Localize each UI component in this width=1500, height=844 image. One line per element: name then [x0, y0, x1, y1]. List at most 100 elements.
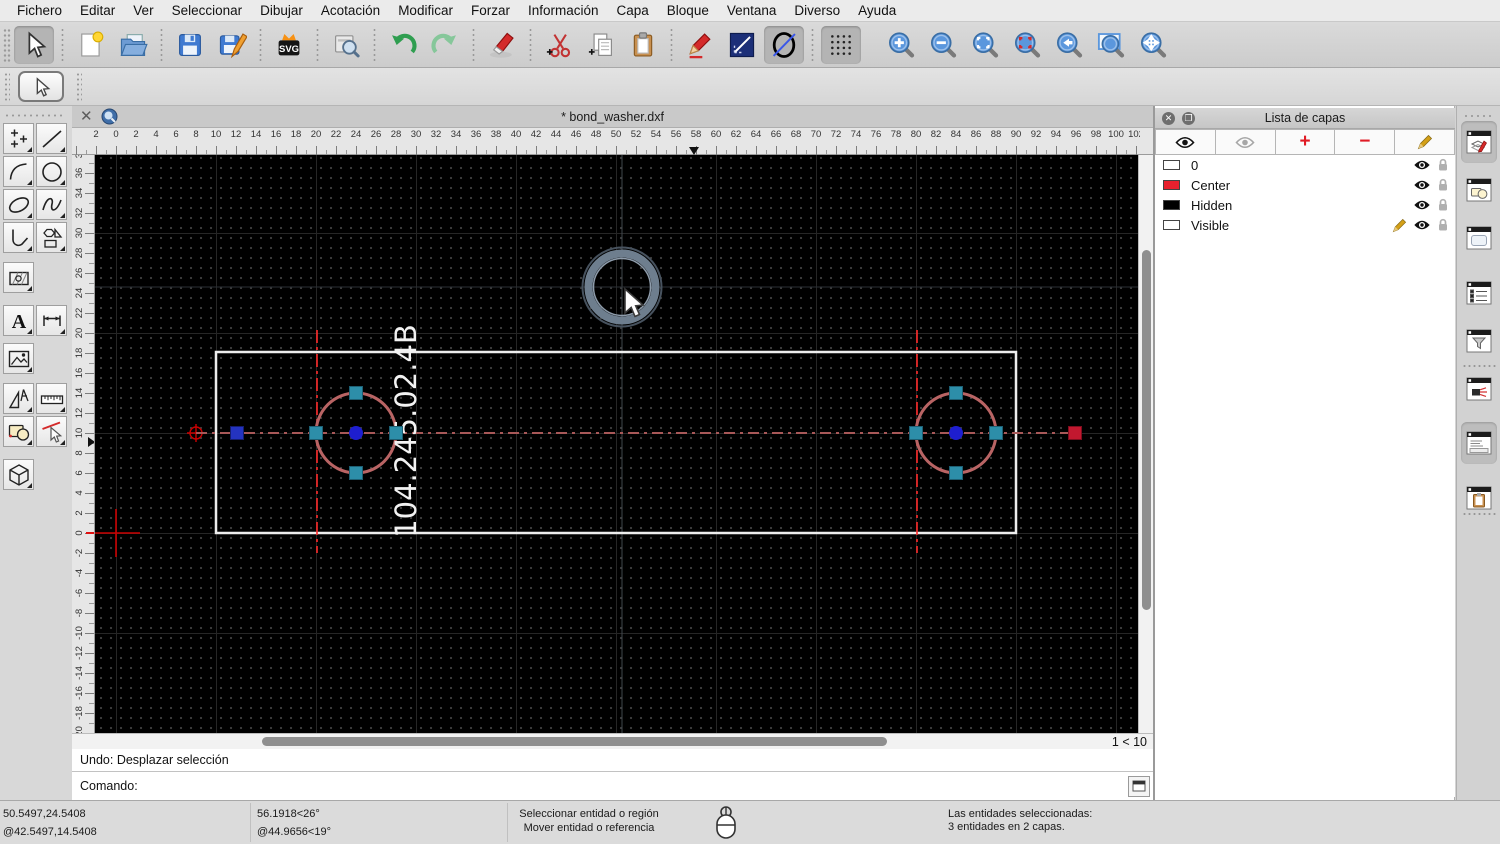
statusbar-separator: [250, 803, 251, 842]
menu-item-dibujar[interactable]: Dibujar: [251, 0, 312, 22]
print-preview-button[interactable]: [326, 26, 366, 64]
zoom-out-button[interactable]: [923, 26, 963, 64]
layer-color-swatch[interactable]: [1163, 160, 1180, 170]
cut-button[interactable]: [539, 26, 579, 64]
layer-color-swatch[interactable]: [1163, 220, 1180, 230]
dock-command-line-button[interactable]: [1461, 422, 1497, 464]
tool-line-button[interactable]: [36, 123, 67, 154]
menu-item-forzar[interactable]: Forzar: [462, 0, 519, 22]
layer-row-visible[interactable]: Visible: [1155, 215, 1455, 235]
dock-library-browser-button[interactable]: [1461, 217, 1497, 259]
dock-layer-list-button[interactable]: [1461, 121, 1497, 163]
layer-lock-icon[interactable]: [1437, 178, 1449, 192]
zoom-window-button[interactable]: [1091, 26, 1131, 64]
layer-row-0[interactable]: 0: [1155, 155, 1455, 175]
menu-item-capa[interactable]: Capa: [608, 0, 658, 22]
layer-visible-icon[interactable]: [1413, 199, 1431, 211]
menu-item-acotación[interactable]: Acotación: [312, 0, 389, 22]
menu-item-modificar[interactable]: Modificar: [389, 0, 462, 22]
tool-hatch-button[interactable]: [3, 262, 34, 293]
tool-ellipse-button[interactable]: [3, 189, 34, 220]
circle-center-point-left[interactable]: [349, 426, 363, 440]
line-tool-button[interactable]: [722, 26, 762, 64]
show-all-layers-button[interactable]: [1155, 129, 1216, 155]
menu-item-ventana[interactable]: Ventana: [718, 0, 786, 22]
svg-export-button[interactable]: SVG: [269, 26, 309, 64]
horizontal-scrollbar-thumb[interactable]: [262, 737, 887, 746]
zoom-in-button[interactable]: [881, 26, 921, 64]
ellipse-tool-button[interactable]: [764, 25, 804, 64]
tool-drafting-button[interactable]: [3, 383, 34, 414]
layer-row-hidden[interactable]: Hidden: [1155, 195, 1455, 215]
tool-measure-button[interactable]: [36, 383, 67, 414]
zoom-auto-button[interactable]: [965, 26, 1005, 64]
tool-points-button[interactable]: [3, 123, 34, 154]
layer-lock-icon[interactable]: [1437, 158, 1449, 172]
selection-pointer-button[interactable]: [18, 71, 64, 102]
hide-all-layers-button[interactable]: [1215, 129, 1276, 155]
zoom-previous-button[interactable]: [1049, 26, 1089, 64]
menu-item-ver[interactable]: Ver: [124, 0, 162, 22]
add-layer-button[interactable]: +: [1275, 129, 1336, 155]
layer-lock-icon[interactable]: [1437, 198, 1449, 212]
paste-button[interactable]: [623, 26, 663, 64]
dock-clipboard-button[interactable]: [1461, 477, 1497, 519]
layer-visible-icon[interactable]: [1413, 159, 1431, 171]
circle-center-point-right[interactable]: [949, 426, 963, 440]
layer-visible-icon[interactable]: [1413, 179, 1431, 191]
select-arrow-button[interactable]: [14, 25, 54, 64]
layer-visible-icon[interactable]: [1413, 219, 1431, 231]
edit-layer-button[interactable]: [1395, 129, 1455, 155]
tool-circle-button[interactable]: [36, 156, 67, 187]
redo-button[interactable]: [425, 26, 465, 64]
dock-projection-button[interactable]: [1461, 368, 1497, 410]
vertical-scrollbar-thumb[interactable]: [1142, 250, 1151, 610]
menu-item-información[interactable]: Información: [519, 0, 608, 22]
open-file-button[interactable]: [113, 26, 153, 64]
dock-entity-tree-button[interactable]: [1461, 272, 1497, 314]
drawing-canvas[interactable]: 104.245.02.4B: [95, 155, 1138, 733]
snap-grid-button[interactable]: [821, 25, 861, 64]
menu-item-bloque[interactable]: Bloque: [658, 0, 718, 22]
document-tab-bar: ✕ * bond_washer.dxf: [72, 106, 1153, 128]
line-start-grip[interactable]: [230, 426, 244, 440]
layer-color-swatch[interactable]: [1163, 200, 1180, 210]
delete-button[interactable]: [482, 26, 522, 64]
command-input[interactable]: [137, 775, 1128, 797]
save-as-button[interactable]: [212, 26, 252, 64]
command-detach-button[interactable]: [1128, 775, 1150, 797]
zoom-selection-button[interactable]: [1007, 26, 1047, 64]
remove-layer-button[interactable]: −: [1335, 129, 1396, 155]
save-button[interactable]: [170, 26, 210, 64]
menu-item-diverso[interactable]: Diverso: [785, 0, 849, 22]
h-ruler-label: 12: [230, 129, 242, 140]
dock-selection-filter-button[interactable]: [1461, 320, 1497, 362]
tool-text-button[interactable]: A: [3, 305, 34, 336]
dock-block-list-button[interactable]: [1461, 169, 1497, 211]
tool-arc-button[interactable]: [3, 156, 34, 187]
new-file-button[interactable]: [71, 26, 111, 64]
menu-item-seleccionar[interactable]: Seleccionar: [163, 0, 252, 22]
undo-button[interactable]: [383, 26, 423, 64]
zoom-pan-button[interactable]: [1133, 26, 1173, 64]
menu-item-fichero[interactable]: Fichero: [8, 0, 71, 22]
vertical-scrollbar[interactable]: [1138, 155, 1153, 733]
menu-item-ayuda[interactable]: Ayuda: [849, 0, 905, 22]
horizontal-scrollbar[interactable]: 1 < 10: [72, 733, 1153, 749]
layer-color-swatch[interactable]: [1163, 180, 1180, 190]
tool-image-button[interactable]: [3, 343, 34, 374]
draw-pen-button[interactable]: [680, 26, 720, 64]
layer-lock-icon[interactable]: [1437, 218, 1449, 232]
layer-row-center[interactable]: Center: [1155, 175, 1455, 195]
line-end-grip[interactable]: [1068, 426, 1082, 440]
tool-cube-button[interactable]: [3, 459, 34, 490]
tool-block-button[interactable]: [3, 416, 34, 447]
tool-polygon-button[interactable]: [36, 222, 67, 253]
tool-polyline-button[interactable]: [3, 222, 34, 253]
washer-plate-outline[interactable]: [214, 350, 1018, 535]
tool-dimension-button[interactable]: [36, 305, 67, 336]
tool-spline-button[interactable]: [36, 189, 67, 220]
copy-button[interactable]: [581, 26, 621, 64]
tool-modify-button[interactable]: [36, 416, 67, 447]
menu-item-editar[interactable]: Editar: [71, 0, 124, 22]
